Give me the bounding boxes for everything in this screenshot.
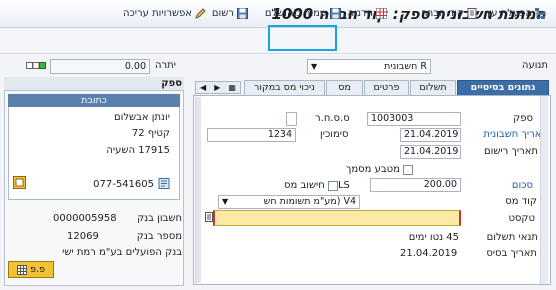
invoice-date-label: תאריך חשבונית bbox=[483, 129, 548, 140]
calc-tax-checkbox[interactable]: חישוב מס bbox=[284, 180, 338, 191]
editing-options-button[interactable]: אפשרויות עריכה bbox=[123, 4, 206, 22]
post-label: רשום bbox=[211, 7, 234, 19]
baseline-date-label: תאריך בסיס bbox=[486, 248, 537, 259]
amount-label: סכום bbox=[511, 180, 533, 191]
tree-toggle-button[interactable]: הפעלת עץ bbox=[486, 4, 546, 22]
save-button-highlight bbox=[268, 25, 337, 51]
transaction-select[interactable]: R חשבונית ▼ bbox=[307, 59, 431, 74]
panel-scrollbar[interactable] bbox=[195, 97, 201, 283]
vendor-items-button[interactable]: פ.פ bbox=[8, 261, 54, 278]
pencil-icon bbox=[195, 7, 206, 19]
vendor-label: ספק bbox=[513, 113, 533, 124]
status-light-icon bbox=[26, 61, 46, 71]
tab-basic-data[interactable]: נתונים בסיסיים bbox=[457, 80, 549, 95]
posting-date-field[interactable]: 21.04.2019 bbox=[400, 145, 461, 159]
address-title: כתובת bbox=[8, 94, 180, 107]
payment-terms-value: 45 נטו ימים bbox=[408, 232, 459, 243]
company-code-button[interactable]: קוד חברה bbox=[421, 4, 478, 22]
payment-terms-label: תנאי תשלום bbox=[486, 232, 538, 243]
invoice-date-field[interactable]: 21.04.2019 bbox=[400, 128, 461, 142]
bank-number-value: 12069 bbox=[67, 231, 99, 242]
grid-icon bbox=[17, 264, 28, 275]
address-line-city: 17915 השעיה bbox=[106, 145, 170, 156]
tree-toggle-label: הפעלת עץ bbox=[485, 7, 532, 19]
tax-code-select[interactable]: V4 (מע"מ תשומות חש ▼ bbox=[218, 195, 360, 209]
address-line-name: יונתן אבשלום bbox=[113, 112, 170, 123]
tree-icon bbox=[535, 7, 546, 19]
posting-date-label: תאריך רישום bbox=[483, 146, 538, 157]
tab-payment[interactable]: תשלום bbox=[410, 80, 456, 95]
save-icon bbox=[330, 7, 341, 19]
save-icon bbox=[237, 7, 248, 19]
vendor-panel-title: ספק bbox=[161, 78, 182, 89]
tab-tax[interactable]: מס bbox=[326, 80, 363, 95]
bank-name: בנק הפועלים בע"מ רמת ישי bbox=[62, 247, 182, 258]
calc-tax-label: חישוב מס bbox=[284, 180, 325, 191]
editing-options-label: אפשרויות עריכה bbox=[122, 7, 192, 19]
balance-label: יתרה bbox=[155, 60, 176, 71]
transaction-label: תנועה bbox=[521, 60, 548, 71]
chevron-down-icon: ▼ bbox=[222, 197, 229, 206]
vendor-items-button-label: פ.פ bbox=[30, 264, 45, 275]
tab-scroll-controls[interactable]: ◀ ▶ ▦ bbox=[195, 81, 241, 94]
transaction-value: R חשבונית bbox=[384, 61, 427, 72]
post-button[interactable]: רשום bbox=[212, 4, 248, 22]
vendor-card-icon[interactable] bbox=[13, 176, 26, 189]
text-field[interactable] bbox=[213, 210, 461, 226]
simulate-label: הדמה bbox=[347, 7, 373, 19]
baseline-date-value: 21.04.2019 bbox=[400, 248, 458, 259]
company-code-label: קוד חברה bbox=[421, 7, 464, 19]
phone-number: 077-541605 bbox=[93, 179, 154, 190]
calc-tax-check[interactable] bbox=[327, 180, 338, 191]
long-text-icon[interactable] bbox=[205, 212, 213, 222]
amount-field[interactable]: 200.00 bbox=[370, 178, 461, 192]
vendor-panel-header bbox=[4, 77, 184, 91]
text-label: טקסט bbox=[508, 213, 535, 224]
save-as-completed-button[interactable]: שמור כ'הושלם bbox=[265, 4, 341, 22]
tab-withholding-tax[interactable]: ניכוי מס במקור bbox=[244, 80, 325, 95]
grid-icon bbox=[375, 7, 388, 19]
simulate-button[interactable]: הדמה bbox=[347, 4, 388, 22]
reference-field[interactable]: 1234 bbox=[207, 128, 296, 142]
save-as-completed-label: שמור כ'הושלם bbox=[264, 7, 327, 19]
tab-list-icon[interactable]: ▦ bbox=[228, 83, 236, 92]
document-icon bbox=[467, 7, 478, 19]
phone-icon[interactable] bbox=[158, 178, 170, 189]
doc-currency-check[interactable] bbox=[402, 164, 413, 175]
right-scrollbar[interactable] bbox=[540, 96, 548, 284]
bank-account-value: 0000005958 bbox=[53, 213, 117, 224]
vendor-field[interactable]: 1003003 bbox=[367, 112, 461, 126]
chevron-down-icon: ▼ bbox=[311, 62, 318, 71]
bank-number-label: מספר בנק bbox=[136, 231, 182, 242]
doc-currency-checkbox[interactable]: מטבע מסמך bbox=[346, 164, 413, 175]
sbr-field[interactable] bbox=[286, 112, 297, 126]
chevron-left-icon[interactable]: ◀ bbox=[200, 83, 206, 92]
reference-label: סימוכין bbox=[320, 129, 349, 140]
tax-code-value: V4 (מע"מ תשומות חש bbox=[263, 196, 356, 207]
tab-details[interactable]: פרטים bbox=[364, 80, 409, 95]
bank-account-label: חשבון בנק bbox=[137, 213, 182, 224]
tax-code-label: קוד מס bbox=[505, 196, 537, 207]
sbr-label: ס.ס.ח.ר bbox=[315, 113, 350, 124]
balance-field: 0.00 bbox=[50, 59, 150, 74]
chevron-right-icon[interactable]: ▶ bbox=[214, 83, 220, 92]
address-line-street: קטיף 72 bbox=[131, 128, 170, 139]
doc-currency-label: מטבע מסמך bbox=[346, 164, 400, 175]
